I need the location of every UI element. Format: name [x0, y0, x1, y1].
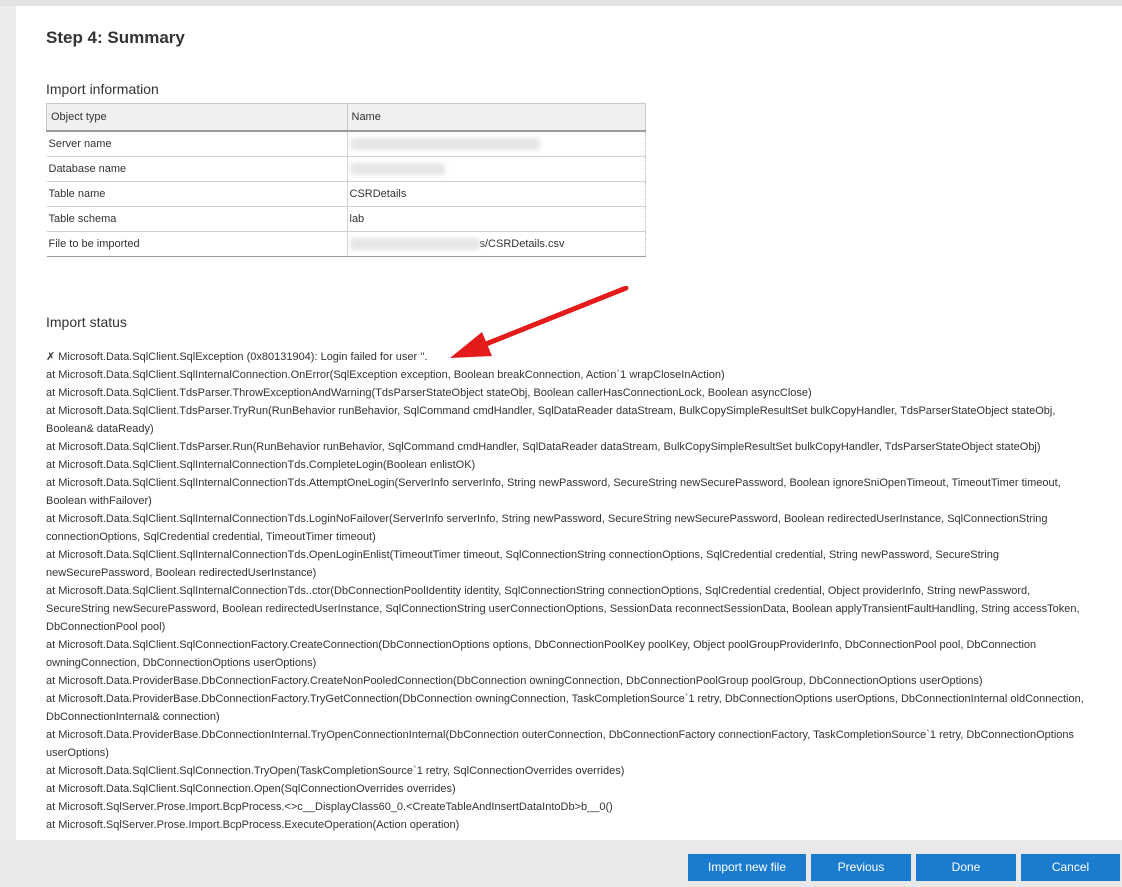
redacted-database-name [349, 163, 445, 176]
redacted-file-path [349, 238, 480, 251]
stack-trace-line: at Microsoft.Data.SqlClient.SqlInternalC… [46, 585, 1080, 633]
object-type-cell: Table name [46, 181, 348, 207]
table-row: Table name CSRDetails [46, 181, 646, 207]
table-row: Table schema lab [46, 206, 646, 232]
object-type-cell: Database name [46, 156, 348, 182]
stack-trace-line: at Microsoft.Data.ProviderBase.DbConnect… [46, 729, 1075, 759]
import-information-table: Object type Name Server name Database na… [46, 103, 646, 257]
done-button[interactable]: Done [916, 854, 1016, 881]
stack-trace-line: at Microsoft.SqlServer.Prose.Import.BcpP… [46, 819, 460, 831]
cancel-button[interactable]: Cancel [1021, 854, 1120, 881]
table-header-row: Object type Name [46, 103, 646, 132]
stack-trace-line: at Microsoft.Data.SqlClient.SqlConnectio… [46, 639, 1037, 669]
table-row: File to be imported s/CSRDetails.csv [46, 231, 646, 257]
object-type-cell: Server name [46, 131, 348, 157]
stack-trace-line: at Microsoft.Data.ProviderBase.DbConnect… [46, 675, 983, 687]
left-gutter [0, 6, 16, 840]
name-cell: lab [347, 206, 646, 232]
name-cell: CSRDetails [347, 181, 646, 207]
redacted-server-name [349, 138, 540, 151]
name-cell: s/CSRDetails.csv [347, 231, 646, 257]
column-header-name: Name [346, 103, 646, 132]
import-information-heading: Import information [46, 81, 159, 97]
previous-button[interactable]: Previous [811, 854, 911, 881]
stack-trace-line: at Microsoft.SqlServer.Prose.Import.BcpP… [46, 801, 613, 813]
stack-trace-line: at Microsoft.Data.SqlClient.TdsParser.Tr… [46, 405, 1056, 435]
object-type-cell: Table schema [46, 206, 348, 232]
import-status-heading: Import status [46, 314, 127, 330]
page-title: Step 4: Summary [46, 28, 185, 47]
wizard-footer: Import new file Previous Done Cancel [0, 840, 1122, 887]
stack-trace-line: at Microsoft.Data.SqlClient.SqlInternalC… [46, 549, 999, 579]
column-header-object-type: Object type [46, 103, 348, 132]
name-cell [347, 156, 646, 182]
wizard-panel: Step 4: Summary Import information Objec… [16, 6, 1122, 840]
stack-trace-line: at Microsoft.Data.ProviderBase.DbConnect… [46, 693, 1084, 723]
object-type-cell: File to be imported [46, 231, 348, 257]
stack-trace-line: at Microsoft.Data.SqlClient.SqlInternalC… [46, 513, 1048, 543]
name-cell [347, 131, 646, 157]
stack-trace-line: at Microsoft.Data.SqlClient.SqlInternalC… [46, 369, 725, 381]
stack-trace-line: at Microsoft.Data.SqlClient.SqlConnectio… [46, 765, 625, 777]
import-status-log: ✗ Microsoft.Data.SqlClient.SqlException … [46, 348, 1096, 834]
error-message-line: ✗ Microsoft.Data.SqlClient.SqlException … [46, 351, 428, 363]
stack-trace-line: at Microsoft.Data.SqlClient.TdsParser.Th… [46, 387, 812, 399]
table-row: Server name [46, 131, 646, 157]
import-new-file-button[interactable]: Import new file [688, 854, 806, 881]
stack-trace-line: at Microsoft.Data.SqlClient.SqlConnectio… [46, 783, 456, 795]
table-row: Database name [46, 156, 646, 182]
stack-trace-line: at Microsoft.Data.SqlClient.TdsParser.Ru… [46, 441, 1041, 453]
stack-trace-line: at Microsoft.Data.SqlClient.SqlInternalC… [46, 459, 476, 471]
stack-trace-line: at Microsoft.Data.SqlClient.SqlInternalC… [46, 477, 1061, 507]
